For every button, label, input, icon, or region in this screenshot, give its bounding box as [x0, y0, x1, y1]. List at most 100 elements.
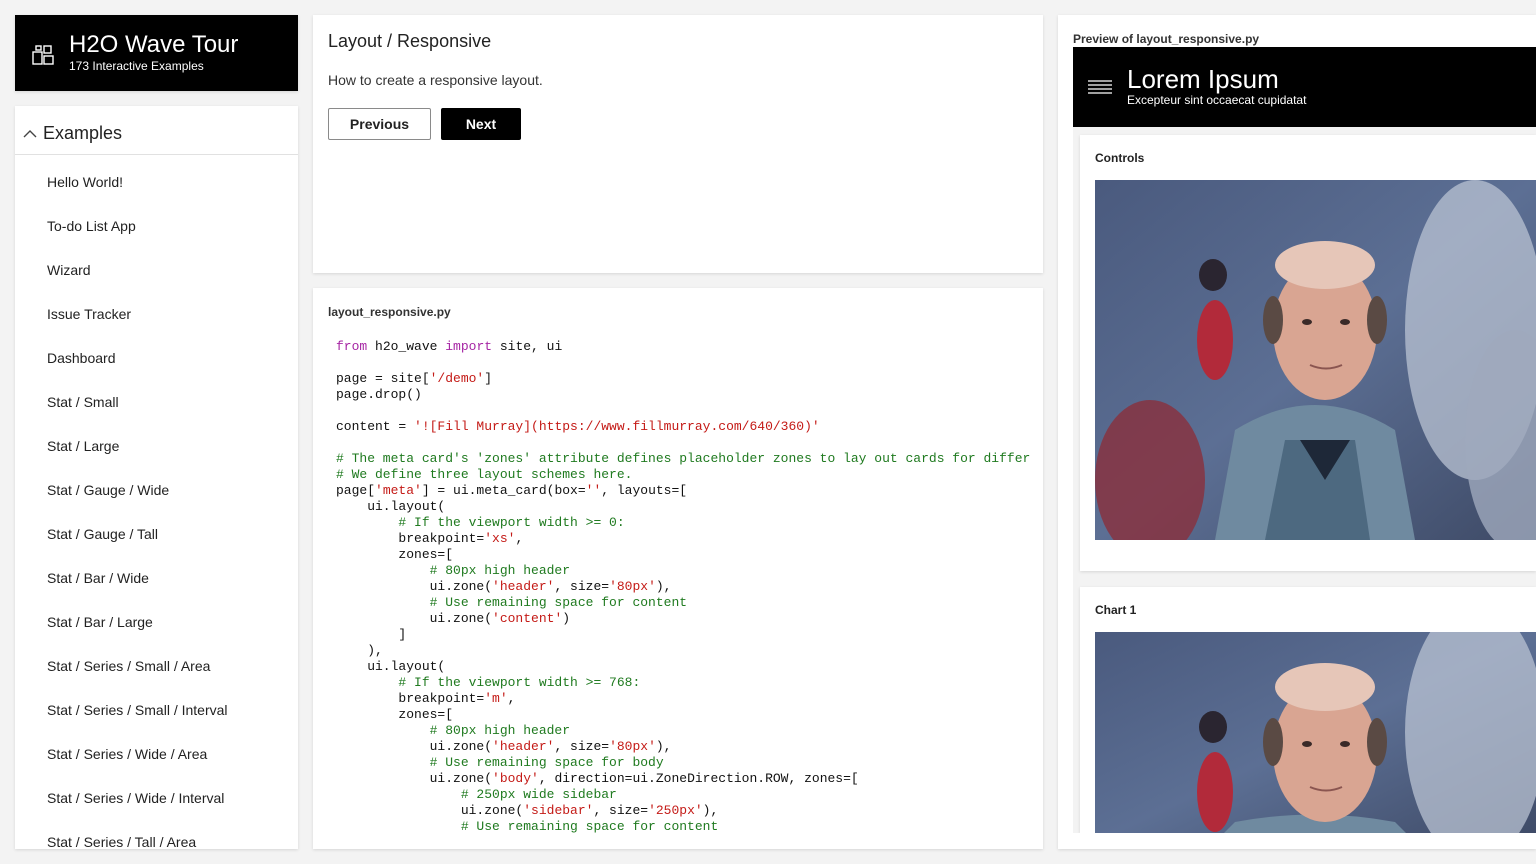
code-token: page.drop(): [336, 387, 422, 402]
code-token: ]: [484, 371, 493, 386]
code-line: # If the viewport width >= 0:: [336, 515, 625, 530]
code-line: zones=[: [336, 707, 453, 722]
code-token: # 80px high header: [336, 563, 571, 578]
code-line: # If the viewport width >= 768:: [336, 675, 640, 690]
code-token: ui.layout(: [336, 659, 446, 674]
nav-item-stat-large[interactable]: Stat / Large: [15, 419, 298, 463]
code-token: 'header': [492, 579, 555, 594]
code-token: 'body': [492, 771, 539, 786]
nav-item-stat-small[interactable]: Stat / Small: [15, 375, 298, 419]
nav-item-stat-gauge-tall[interactable]: Stat / Gauge / Tall: [15, 507, 298, 551]
code-line: ]: [336, 627, 406, 642]
code-token: # We define three layout schemes here.: [336, 467, 633, 482]
code-token: ui.zone(: [336, 771, 493, 786]
code-line: # Use remaining space for content: [336, 819, 718, 834]
code-line: # We define three layout schemes here.: [336, 467, 632, 482]
code-token: 'm': [484, 691, 508, 706]
code-line: # The meta card's 'zones' attribute defi…: [336, 451, 1030, 466]
code-token: ui.zone(: [336, 611, 493, 626]
chevron-up-icon[interactable]: [23, 126, 37, 138]
examples-nav: Examples Hello World! To-do List App Wiz…: [15, 106, 298, 849]
code-card: layout_responsive.py from h2o_wave impor…: [313, 288, 1043, 849]
code-line: page['meta'] = ui.meta_card(box='', layo…: [336, 483, 687, 498]
code-line: ui.layout(: [336, 499, 445, 514]
nav-item-stat-gauge-wide[interactable]: Stat / Gauge / Wide: [15, 463, 298, 507]
code-token: # If the viewport width >= 0:: [336, 515, 625, 530]
code-line: content = '![Fill Murray](https://www.fi…: [336, 419, 820, 434]
nav-item-stat-series-wide-area[interactable]: Stat / Series / Wide / Area: [15, 727, 298, 771]
preview-controls-card: Controls: [1080, 135, 1536, 571]
code-token: site, ui: [492, 339, 563, 354]
code-token: ui.zone(: [336, 579, 493, 594]
example-description: How to create a responsive layout.: [328, 72, 543, 88]
code-token: # Use remaining space for content: [336, 819, 719, 834]
nav-item-issue-tracker[interactable]: Issue Tracker: [15, 287, 298, 331]
code-token: h2o_wave: [367, 339, 446, 354]
code-token: ,: [515, 531, 524, 546]
nav-item-stat-series-small-interval[interactable]: Stat / Series / Small / Interval: [15, 683, 298, 727]
code-token: ui.zone(: [336, 803, 524, 818]
app-subtitle: 173 Interactive Examples: [69, 59, 204, 73]
code-line: ui.layout(: [336, 659, 445, 674]
code-token: ]: [336, 627, 407, 642]
code-token: , size=: [554, 579, 610, 594]
code-token: '250px': [648, 803, 703, 818]
nav-item-stat-series-tall-area[interactable]: Stat / Series / Tall / Area: [15, 815, 298, 849]
code-token: import: [445, 339, 493, 354]
code-token: 'meta': [375, 483, 422, 498]
nav-item-todo-list-app[interactable]: To-do List App: [15, 199, 298, 243]
examples-group-label: Examples: [43, 123, 123, 143]
code-token: page = site[: [336, 371, 430, 386]
code-token: 'sidebar': [523, 803, 594, 818]
code-line: page.drop(): [336, 387, 422, 402]
code-block: from h2o_wave import site, ui page = sit…: [336, 339, 1030, 835]
code-token: zones=[: [336, 547, 454, 562]
previous-button[interactable]: Previous: [328, 108, 431, 140]
preview-header-subtitle: Excepteur sint occaecat cupidatat: [1127, 93, 1307, 107]
code-token: '': [585, 483, 602, 498]
code-token: '80px': [609, 579, 656, 594]
code-token: # 250px wide sidebar: [336, 787, 617, 802]
nav-item-stat-series-wide-interval[interactable]: Stat / Series / Wide / Interval: [15, 771, 298, 815]
code-line: ui.zone('header', size='80px'),: [336, 739, 672, 754]
code-line: ui.zone('content'): [336, 611, 570, 626]
nav-item-stat-bar-large[interactable]: Stat / Bar / Large: [15, 595, 298, 639]
code-token: ,: [507, 691, 516, 706]
preview-header: Lorem Ipsum Excepteur sint occaecat cupi…: [1073, 47, 1536, 127]
code-token: ),: [702, 803, 719, 818]
nav-item-hello-world[interactable]: Hello World!: [15, 155, 298, 199]
code-token: # 80px high header: [336, 723, 571, 738]
code-token: '![Fill Murray](https://www.fillmurray.c…: [414, 419, 820, 434]
preview-card-title: Controls: [1095, 151, 1145, 165]
app-title: H2O Wave Tour: [69, 31, 239, 58]
code-line: from h2o_wave import site, ui: [336, 339, 562, 354]
preview-chart-card: Chart 1: [1080, 587, 1536, 833]
preview-frame: Lorem Ipsum Excepteur sint occaecat cupi…: [1073, 47, 1536, 833]
portrait-photo-image: [1095, 632, 1536, 833]
code-line: ui.zone('header', size='80px'),: [336, 579, 672, 594]
code-token: # The meta card's 'zones' attribute defi…: [336, 451, 1031, 466]
preview-header-title: Lorem Ipsum: [1127, 64, 1279, 94]
portrait-photo-image: [1095, 180, 1536, 540]
next-button[interactable]: Next: [441, 108, 521, 140]
grid-tiles-icon: [32, 43, 54, 65]
nav-item-stat-bar-wide[interactable]: Stat / Bar / Wide: [15, 551, 298, 595]
nav-item-dashboard[interactable]: Dashboard: [15, 331, 298, 375]
app-header-card: H2O Wave Tour 173 Interactive Examples: [15, 15, 298, 91]
code-token: , layouts=[: [601, 483, 688, 498]
nav-item-wizard[interactable]: Wizard: [15, 243, 298, 287]
code-line: # 80px high header: [336, 723, 570, 738]
hamburger-menu-icon[interactable]: [1088, 80, 1112, 94]
code-token: ),: [655, 579, 672, 594]
nav-item-stat-series-small-area[interactable]: Stat / Series / Small / Area: [15, 639, 298, 683]
code-token: ),: [336, 643, 383, 658]
preview-card-title: Chart 1: [1095, 603, 1137, 617]
code-token: breakpoint=: [336, 691, 485, 706]
code-line: ui.zone('sidebar', size='250px'),: [336, 803, 718, 818]
code-token: # If the viewport width >= 768:: [336, 675, 641, 690]
code-token: , size=: [554, 739, 610, 754]
code-token: , direction=ui.ZoneDirection.ROW, zones=…: [538, 771, 859, 786]
examples-group-header[interactable]: Examples: [15, 106, 298, 155]
preview-label: Preview of layout_responsive.py: [1073, 32, 1260, 46]
code-token: ui.layout(: [336, 499, 446, 514]
